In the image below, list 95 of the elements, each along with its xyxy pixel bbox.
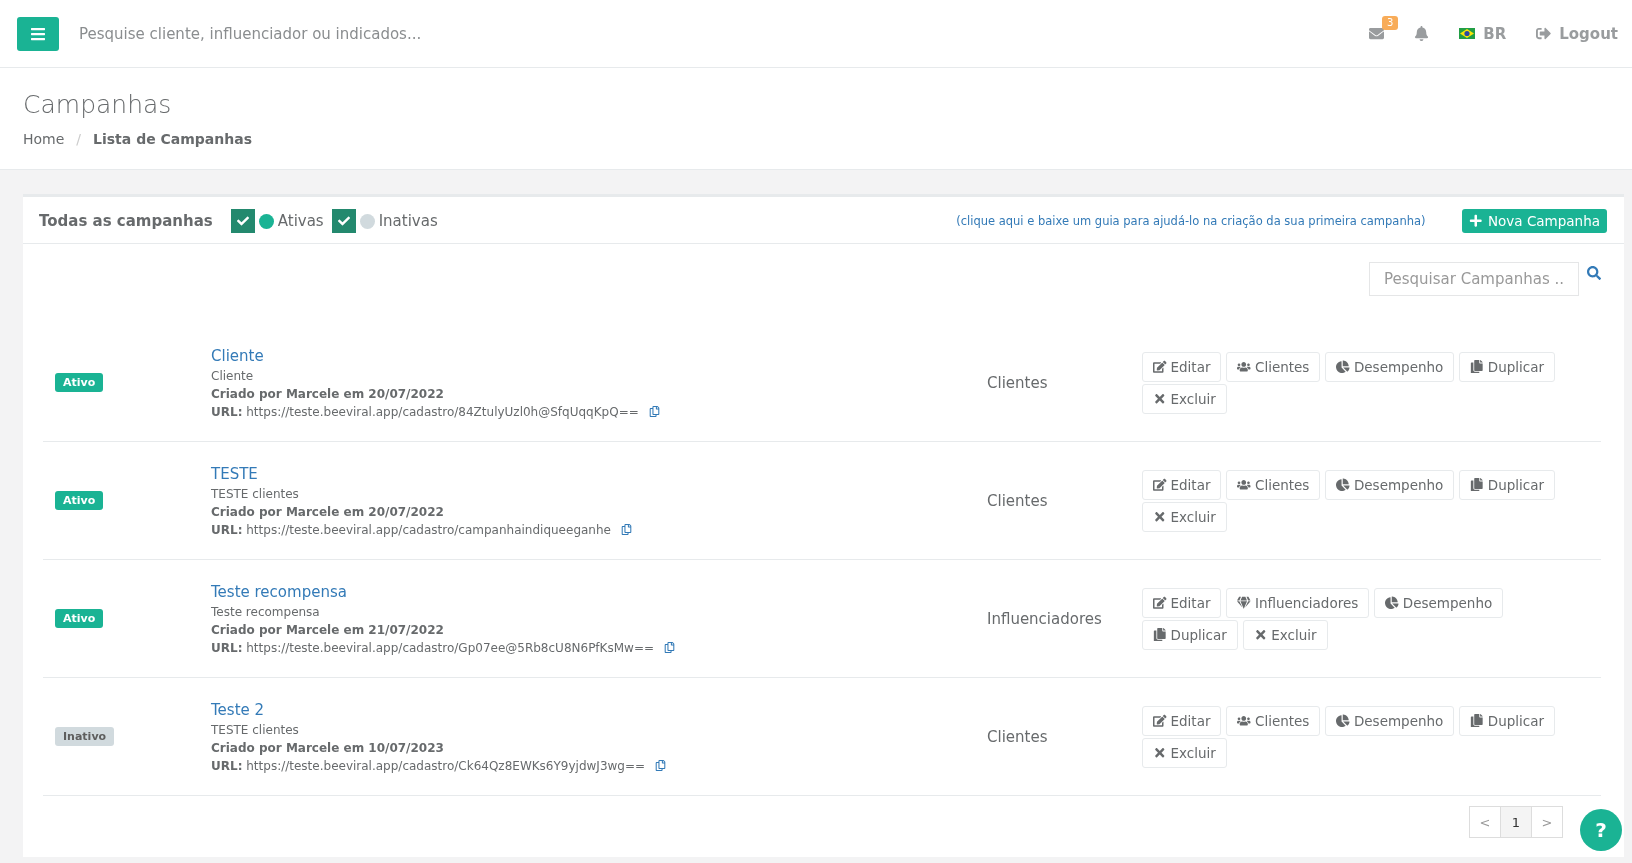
campaign-url: URL: https://teste.beeviral.app/cadastro/Ck64Qz8EWKs6Y9yjdwJ3wg==: [211, 758, 646, 773]
pie-chart-icon: [1336, 477, 1350, 492]
copy-icon[interactable]: [655, 760, 667, 771]
copy-icon: [1470, 359, 1484, 374]
created-info: Criado por Marcele em 20/07/2022: [211, 504, 445, 519]
copy-icon[interactable]: [648, 406, 660, 417]
edit-icon: [1153, 713, 1167, 728]
people-button[interactable]: Clientes: [1226, 705, 1321, 736]
users-icon: [1237, 359, 1251, 374]
edit-icon: [1153, 595, 1167, 610]
copy-button[interactable]: Duplicar: [1142, 619, 1238, 650]
campaign-subtitle: Cliente: [211, 368, 255, 383]
bell-icon: [1414, 26, 1430, 41]
campaign-url: URL: https://teste.beeviral.app/cadastro/Gp07ee@5Rb8cU8N6PfKsMw==: [211, 640, 654, 655]
pie-button[interactable]: Desempenho: [1325, 351, 1455, 382]
status-badge: Ativo: [55, 609, 104, 628]
plus-icon: [1468, 214, 1482, 228]
close-icon: [1153, 745, 1167, 760]
check-icon: [236, 215, 249, 227]
users-icon: [1237, 477, 1251, 492]
people-button[interactable]: Clientes: [1226, 469, 1321, 500]
gem-button[interactable]: Influenciadores: [1226, 587, 1370, 618]
delete-button[interactable]: Excluir: [1142, 383, 1227, 414]
created-info: Criado por Marcele em 21/07/2022: [211, 622, 445, 637]
audience-label: Influenciadores: [987, 609, 1103, 628]
copy-icon: [1153, 627, 1167, 642]
breadcrumb-link[interactable]: Home: [23, 131, 65, 147]
delete-button[interactable]: Excluir: [1242, 619, 1328, 650]
audience-label: Clientes: [987, 727, 1049, 746]
pie-button[interactable]: Desempenho: [1374, 587, 1504, 618]
panel-title: Todas as campanhas: [39, 212, 213, 230]
language-button[interactable]: BR: [1453, 18, 1513, 49]
close-icon: [1153, 509, 1167, 524]
current-page-label: Lista de Campanhas: [93, 131, 252, 147]
close-icon: [1253, 627, 1268, 642]
filter-checkbox[interactable]: [331, 209, 356, 233]
campaign-search-field[interactable]: Pesquisar Campanhas ..: [1369, 262, 1579, 296]
edit-button[interactable]: Editar: [1142, 705, 1222, 736]
page-title: Campanhas: [23, 90, 173, 119]
people-button[interactable]: Clientes: [1226, 351, 1321, 382]
copy-icon: [1470, 477, 1484, 492]
edit-button[interactable]: Editar: [1142, 351, 1222, 382]
edit-button[interactable]: Editar: [1142, 587, 1222, 618]
pie-chart-icon: [1336, 359, 1350, 374]
edit-icon: [1153, 477, 1167, 492]
mail-icon: [1369, 26, 1385, 41]
delete-button[interactable]: Excluir: [1142, 501, 1227, 532]
logout-button[interactable]: Logout: [1530, 18, 1624, 49]
check-icon: [337, 215, 350, 227]
created-info: Criado por Marcele em 10/07/2023: [211, 740, 445, 755]
breadcrumb-separator: /: [76, 131, 82, 147]
copy-icon[interactable]: [664, 642, 675, 653]
filter-label: Ativas: [277, 212, 324, 230]
menu-button[interactable]: [17, 16, 59, 51]
campaign-title-link[interactable]: Cliente: [211, 346, 987, 365]
page-button[interactable]: >: [1531, 806, 1563, 838]
status-badge: Ativo: [55, 373, 104, 392]
guide-link[interactable]: (clique aqui e baixe um guia para ajudá-lo na criação da sua primeira campanha): [956, 214, 1426, 228]
campaign-url: URL: https://teste.beeviral.app/cadastro/campanhaindiqueeganhe: [211, 522, 611, 537]
campaign-subtitle: TESTE clientes: [211, 486, 300, 501]
users-icon: [1237, 713, 1251, 728]
audience-label: Clientes: [987, 491, 1049, 510]
campaign-title-link[interactable]: Teste recompensa: [211, 582, 987, 601]
filter-checkbox[interactable]: [230, 209, 255, 233]
menu-icon: [30, 25, 46, 42]
status-badge: Ativo: [55, 491, 104, 510]
copy-button[interactable]: Duplicar: [1459, 351, 1556, 382]
search-icon[interactable]: [1587, 266, 1601, 280]
audience-label: Clientes: [987, 373, 1049, 392]
copy-button[interactable]: Duplicar: [1459, 705, 1556, 736]
pie-button[interactable]: Desempenho: [1325, 705, 1455, 736]
campaign-title-link[interactable]: Teste 2: [211, 700, 987, 719]
logout-icon: [1536, 26, 1552, 41]
brazil-flag-icon: [1459, 28, 1476, 39]
created-info: Criado por Marcele em 20/07/2022: [211, 386, 445, 401]
edit-icon: [1153, 359, 1167, 374]
campaign-title-link[interactable]: TESTE: [211, 464, 987, 483]
pie-button[interactable]: Desempenho: [1325, 469, 1455, 500]
filter-label: Inativas: [378, 212, 438, 230]
pie-chart-icon: [1336, 713, 1350, 728]
pie-chart-icon: [1385, 595, 1399, 610]
copy-icon: [1470, 713, 1484, 728]
page-button[interactable]: 1: [1500, 806, 1532, 838]
close-icon: [1153, 391, 1167, 406]
diamond-icon: [1237, 595, 1251, 610]
copy-icon[interactable]: [620, 524, 632, 535]
page-button[interactable]: <: [1469, 806, 1501, 838]
campaign-subtitle: Teste recompensa: [211, 604, 321, 619]
copy-button[interactable]: Duplicar: [1459, 469, 1556, 500]
delete-button[interactable]: Excluir: [1142, 737, 1227, 768]
campaign-subtitle: TESTE clientes: [211, 722, 300, 737]
status-badge: Inativo: [55, 727, 115, 746]
edit-button[interactable]: Editar: [1142, 469, 1222, 500]
message-count: 3: [1381, 16, 1399, 30]
campaign-url: URL: https://teste.beeviral.app/cadastro/84ZtulyUzl0h@SfqUqqKpQ==: [211, 404, 639, 419]
